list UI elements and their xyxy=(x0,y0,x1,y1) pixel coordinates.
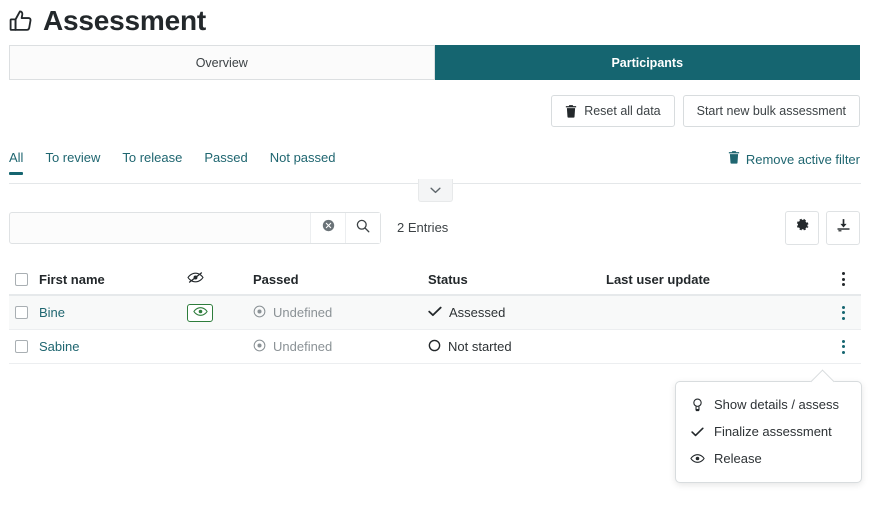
search-input[interactable] xyxy=(10,213,310,243)
column-header-last-user-update[interactable]: Last user update xyxy=(606,272,825,287)
cell-visibility xyxy=(187,303,253,322)
action-toolbar: Reset all data Start new bulk assessment xyxy=(551,95,860,127)
search-container xyxy=(9,212,381,244)
magnifier-icon xyxy=(690,397,705,412)
settings-button[interactable] xyxy=(785,211,819,245)
row-actions-button[interactable] xyxy=(825,305,861,320)
participants-table: First name Passed Status Last user updat… xyxy=(9,264,861,364)
menu-item-finalize-assessment[interactable]: Finalize assessment xyxy=(676,418,861,445)
filter-tab-to-release[interactable]: To release xyxy=(122,150,182,174)
start-new-bulk-assessment-button[interactable]: Start new bulk assessment xyxy=(682,95,860,127)
cell-status: Assessed xyxy=(428,305,606,320)
reset-all-data-button[interactable]: Reset all data xyxy=(551,95,675,127)
circle-x-icon xyxy=(322,219,335,237)
status-label: Assessed xyxy=(449,305,506,320)
filter-tab-not-passed[interactable]: Not passed xyxy=(270,150,336,174)
gear-icon xyxy=(795,218,810,238)
trash-icon xyxy=(728,151,740,167)
download-icon xyxy=(836,218,851,238)
page-title: Assessment xyxy=(43,5,206,36)
column-header-actions[interactable] xyxy=(825,272,861,286)
tab-overview[interactable]: Overview xyxy=(9,45,435,80)
column-header-passed[interactable]: Passed xyxy=(253,272,428,287)
table-row[interactable]: Sabine Undefined Not started xyxy=(9,330,861,364)
thumbs-up-icon xyxy=(8,8,34,34)
cell-first-name: Bine xyxy=(39,305,187,320)
row-select-cell xyxy=(9,340,39,353)
filter-tab-all[interactable]: All xyxy=(9,150,24,176)
page-header: Assessment xyxy=(8,0,206,42)
passed-label: Undefined xyxy=(273,305,333,320)
column-header-visibility[interactable] xyxy=(187,271,253,287)
cell-status: Not started xyxy=(428,339,606,355)
kebab-icon xyxy=(841,339,845,354)
row-checkbox[interactable] xyxy=(15,306,28,319)
eye-slash-icon xyxy=(187,271,204,287)
trash-icon xyxy=(565,104,577,118)
remove-active-filter-label: Remove active filter xyxy=(745,151,860,167)
passed-label: Undefined xyxy=(273,339,333,354)
table-tools xyxy=(785,211,860,245)
entries-count: 2 Entries xyxy=(397,220,449,235)
participant-link[interactable]: Bine xyxy=(39,305,65,320)
dot-circle-icon xyxy=(253,305,266,321)
row-select-cell xyxy=(9,306,39,319)
column-header-status[interactable]: Status xyxy=(428,272,606,287)
table-header-row: First name Passed Status Last user updat… xyxy=(9,264,861,296)
tab-participants[interactable]: Participants xyxy=(434,45,860,80)
search-icon xyxy=(356,219,370,238)
select-all-cell xyxy=(9,272,39,286)
main-tabs: Overview Participants xyxy=(9,45,860,80)
visibility-badge[interactable] xyxy=(187,303,213,322)
filter-tab-passed[interactable]: Passed xyxy=(204,150,247,174)
chevron-down-icon xyxy=(430,181,441,199)
filter-tab-to-review[interactable]: To review xyxy=(45,150,100,174)
menu-item-label: Release xyxy=(714,451,762,466)
search-submit-button[interactable] xyxy=(345,213,380,243)
row-checkbox[interactable] xyxy=(15,340,28,353)
menu-item-release[interactable]: Release xyxy=(676,445,861,472)
row-context-menu: Show details / assess Finalize assessmen… xyxy=(675,381,862,483)
check-icon xyxy=(428,305,442,320)
start-bulk-label: Start new bulk assessment xyxy=(696,104,846,118)
column-header-first-name[interactable]: First name xyxy=(39,272,187,287)
cell-passed: Undefined xyxy=(253,305,428,321)
remove-active-filter-button[interactable]: Remove active filter xyxy=(728,151,860,167)
status-label: Not started xyxy=(448,339,512,354)
row-actions-button[interactable] xyxy=(825,339,861,354)
circle-icon xyxy=(428,339,441,355)
reset-all-data-label: Reset all data xyxy=(584,104,661,118)
eye-icon xyxy=(690,453,705,464)
collapse-toggle-button[interactable] xyxy=(418,179,453,202)
check-icon xyxy=(690,427,705,437)
select-all-checkbox[interactable] xyxy=(15,272,28,286)
clear-search-button[interactable] xyxy=(310,213,345,243)
menu-item-label: Show details / assess xyxy=(714,397,840,412)
assessment-page: Assessment Overview Participants Reset a… xyxy=(0,0,871,505)
kebab-icon xyxy=(841,272,845,286)
participant-link[interactable]: Sabine xyxy=(39,339,79,354)
menu-item-show-details[interactable]: Show details / assess xyxy=(676,391,861,418)
export-button[interactable] xyxy=(826,211,860,245)
dot-circle-icon xyxy=(253,339,266,355)
cell-passed: Undefined xyxy=(253,339,428,355)
menu-item-label: Finalize assessment xyxy=(714,424,832,439)
table-row[interactable]: Bine Undefined Assessed xyxy=(9,296,861,330)
kebab-icon xyxy=(841,305,845,320)
eye-icon xyxy=(192,305,208,320)
cell-first-name: Sabine xyxy=(39,339,187,354)
